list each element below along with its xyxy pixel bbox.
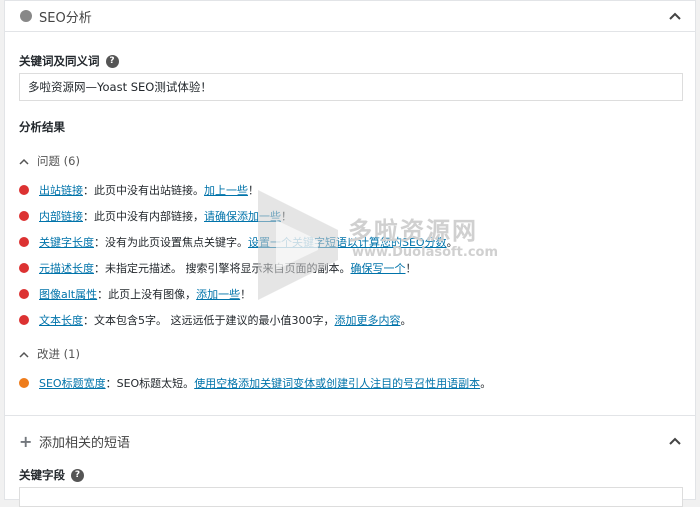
watermark-url: www.Duolasoft.com — [352, 245, 499, 260]
add-more-content-link[interactable]: 添加更多内容 — [335, 314, 401, 327]
write-one-link[interactable]: 确保写一个 — [351, 262, 406, 275]
keyword-input[interactable]: 多啦资源网—Yoast SEO测试体验！ — [19, 73, 683, 101]
problem-text: ：文本包含5字。 这远远低于建议的最小值300字， — [83, 314, 335, 327]
improvements-toggle[interactable]: 改进 (1) — [19, 346, 80, 362]
keyphrase-length-link[interactable]: 关键字长度 — [39, 236, 94, 249]
yoast-seo-panel: SEO分析 关键词及同义词? 多啦资源网—Yoast SEO测试体验！ 分析结果… — [4, 0, 696, 507]
use-space-link[interactable]: 使用空格添加关键词变体或创建引人注目的号召性用语副本 — [194, 377, 480, 390]
improvement-item-seo-title-width: SEO标题宽度：SEO标题太短。使用空格添加关键词变体或创建引人注目的号召性用语… — [19, 375, 491, 391]
seo-title-width-link[interactable]: SEO标题宽度 — [39, 377, 106, 390]
red-bullet-icon — [19, 237, 29, 247]
improvement-text: ：SEO标题太短。 — [105, 377, 195, 390]
help-icon[interactable]: ? — [105, 55, 119, 68]
problem-text: ：没有为此页设置焦点关键字。 — [94, 236, 248, 249]
add-some-link[interactable]: 加上一些 — [204, 184, 248, 197]
problem-tail: 。 — [400, 314, 412, 327]
analysis-results-label: 分析结果 — [19, 120, 65, 134]
red-bullet-icon — [19, 315, 29, 325]
related-keyword-label-text: 关键字段 — [19, 468, 65, 482]
improvements-header: 改进 (1) — [37, 347, 80, 361]
image-alt-link[interactable]: 图像alt属性 — [39, 288, 97, 301]
add-images-link[interactable]: 添加一些 — [196, 288, 240, 301]
problems-header: 问题 (6) — [37, 154, 80, 168]
keyword-label-text: 关键词及同义词 — [19, 54, 100, 68]
improvement-tail: 。 — [480, 377, 492, 390]
internal-links-link[interactable]: 内部链接 — [39, 210, 83, 223]
red-bullet-icon — [19, 263, 29, 273]
problem-text: ：此页中没有内部链接， — [83, 210, 204, 223]
section-divider — [5, 415, 695, 416]
seo-analysis-title: SEO分析 — [39, 10, 92, 26]
related-keyphrase-header[interactable]: + 添加相关的短语 — [5, 426, 695, 456]
watermark-name: 多啦资源网 — [348, 217, 478, 245]
seo-status-icon — [20, 10, 32, 22]
problem-item-outbound-links: 出站链接：此页中没有出站链接。加上一些！ — [19, 182, 259, 198]
text-length-link[interactable]: 文本长度 — [39, 314, 83, 327]
problem-text: ：此页上没有图像， — [97, 288, 197, 301]
problem-item-meta-description: 元描述长度：未指定元描述。 搜索引擎将显示来自页面的副本。确保写一个！ — [19, 260, 417, 276]
red-bullet-icon — [19, 185, 29, 195]
red-bullet-icon — [19, 211, 29, 221]
outbound-links-link[interactable]: 出站链接 — [39, 184, 83, 197]
chevron-up-icon[interactable] — [669, 433, 681, 449]
red-bullet-icon — [19, 289, 29, 299]
related-keyword-label: 关键字段? — [19, 467, 84, 483]
problem-item-image-alt: 图像alt属性：此页上没有图像，添加一些！ — [19, 286, 251, 302]
chevron-up-icon[interactable] — [669, 8, 681, 24]
meta-description-link[interactable]: 元描述长度 — [39, 262, 94, 275]
help-icon[interactable]: ? — [71, 469, 84, 482]
problem-item-internal-links: 内部链接：此页中没有内部链接，请确保添加一些！ — [19, 208, 292, 224]
problem-text: ：此页中没有出站链接。 — [83, 184, 204, 197]
problem-item-text-length: 文本长度：文本包含5字。 这远远低于建议的最小值300字，添加更多内容。 — [19, 312, 412, 328]
seo-analysis-header[interactable]: SEO分析 — [5, 1, 695, 31]
problems-toggle[interactable]: 问题 (6) — [19, 153, 80, 169]
related-keyphrase-title: 添加相关的短语 — [39, 435, 131, 451]
related-keyword-input[interactable] — [19, 487, 683, 507]
chevron-up-icon — [19, 350, 29, 361]
problem-tail: ！ — [240, 288, 252, 301]
plus-icon: + — [19, 431, 33, 451]
orange-bullet-icon — [19, 378, 29, 388]
keyword-label: 关键词及同义词? — [19, 53, 119, 69]
header-divider — [5, 31, 695, 32]
problem-tail: ！ — [405, 262, 417, 275]
watermark-logo-icon — [258, 190, 338, 300]
chevron-up-icon — [19, 157, 29, 168]
